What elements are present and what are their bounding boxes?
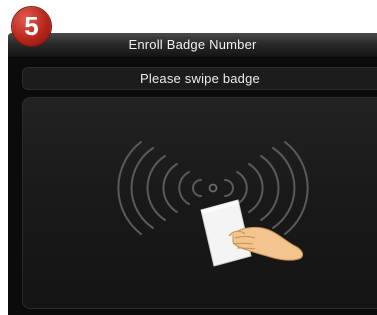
prompt-text: Please swipe badge bbox=[140, 71, 260, 86]
device-screen: Enroll Badge Number Please swipe badge bbox=[8, 33, 377, 315]
sensor-dot bbox=[208, 183, 218, 193]
screen-title: Enroll Badge Number bbox=[128, 37, 257, 52]
swipe-panel bbox=[22, 97, 377, 309]
signal-wave-left-1 bbox=[192, 179, 202, 197]
signal-wave-right-1 bbox=[224, 179, 234, 197]
signal-wave-left-6 bbox=[117, 141, 142, 235]
signal-wave-right-3 bbox=[248, 163, 264, 213]
signal-wave-right-2 bbox=[236, 171, 248, 205]
signal-wave-left-2 bbox=[178, 171, 190, 205]
signal-wave-right-6 bbox=[284, 141, 309, 235]
step-number: 5 bbox=[24, 11, 39, 41]
signal-wave-right-5 bbox=[272, 147, 296, 229]
signal-wave-left-5 bbox=[130, 147, 154, 229]
title-bar: Enroll Badge Number bbox=[8, 33, 377, 58]
signal-wave-left-3 bbox=[162, 163, 178, 213]
swipe-badge-icon bbox=[117, 141, 309, 267]
prompt-bar: Please swipe badge bbox=[22, 67, 377, 90]
signal-wave-left-4 bbox=[146, 155, 166, 221]
step-number-badge: 5 bbox=[12, 7, 51, 46]
signal-wave-right-4 bbox=[260, 155, 280, 221]
